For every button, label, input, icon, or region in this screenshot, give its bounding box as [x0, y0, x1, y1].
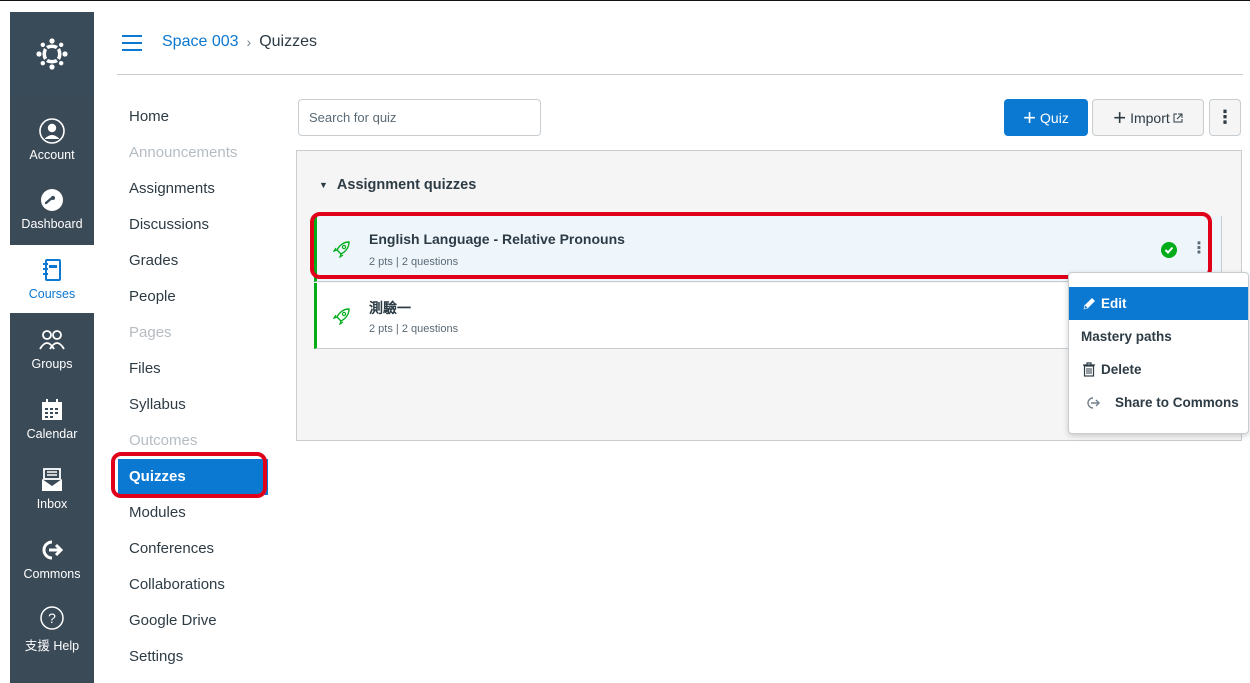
collapse-triangle-icon: ▼: [319, 180, 328, 190]
quiz-context-menu: Edit Mastery paths Delete Share to Commo…: [1068, 272, 1249, 434]
commons-share-icon: [1085, 395, 1101, 411]
plus-icon: +: [1113, 104, 1127, 130]
course-nav-pages[interactable]: Pages: [118, 315, 268, 351]
breadcrumb-separator-icon: ›: [246, 34, 252, 50]
course-nav-announcements[interactable]: Announcements: [118, 135, 268, 171]
breadcrumb-course-link[interactable]: Space 003: [162, 33, 239, 51]
menu-item-label: Edit: [1101, 296, 1127, 311]
global-nav-label: Commons: [23, 567, 81, 581]
global-nav-label: Dashboard: [21, 217, 83, 231]
menu-item-mastery-paths[interactable]: Mastery paths: [1069, 320, 1248, 353]
global-nav-help[interactable]: ? 支援 Help: [10, 595, 94, 663]
global-nav-label: Inbox: [36, 497, 68, 511]
course-nav-files[interactable]: Files: [118, 351, 268, 387]
inbox-icon: [39, 467, 65, 493]
course-nav-settings[interactable]: Settings: [118, 639, 268, 675]
menu-item-label: Share to Commons: [1115, 395, 1239, 410]
help-icon: ?: [39, 605, 65, 631]
global-nav-calendar[interactable]: Calendar: [10, 385, 94, 453]
course-nav-grades[interactable]: Grades: [118, 243, 268, 279]
search-input[interactable]: [298, 99, 541, 136]
menu-item-label: Delete: [1101, 362, 1142, 377]
canvas-logo[interactable]: [10, 12, 94, 96]
highlight-box-quizzes: [111, 452, 267, 498]
top-border: [0, 0, 1250, 1]
quiz-meta: 2 pts | 2 questions: [369, 323, 459, 335]
breadcrumb-current-page: Quizzes: [259, 33, 317, 50]
breadcrumb: Space 003 › Quizzes: [162, 33, 317, 51]
commons-icon: [39, 537, 65, 563]
import-button[interactable]: + Import: [1092, 99, 1204, 136]
menu-item-delete[interactable]: Delete: [1069, 353, 1248, 386]
highlight-box-quiz: [310, 212, 1212, 279]
add-quiz-label: Quiz: [1040, 109, 1069, 126]
quiz-group-title: Assignment quizzes: [336, 177, 477, 193]
courses-icon: [39, 257, 65, 283]
course-nav-syllabus[interactable]: Syllabus: [118, 387, 268, 423]
global-nav-label: Groups: [31, 357, 73, 371]
global-nav: Account Dashboard Courses Groups Calenda…: [10, 12, 94, 683]
plus-icon: +: [1023, 104, 1037, 130]
course-nav-conferences[interactable]: Conferences: [118, 531, 268, 567]
global-nav-label: 支援 Help: [24, 638, 80, 653]
menu-item-edit[interactable]: Edit: [1069, 287, 1248, 320]
menu-item-share-to-commons[interactable]: Share to Commons: [1069, 386, 1248, 419]
global-nav-label: Courses: [28, 287, 76, 301]
course-nav-home[interactable]: Home: [118, 99, 268, 135]
course-nav: Home Announcements Assignments Discussio…: [118, 99, 268, 675]
course-nav-discussions[interactable]: Discussions: [118, 207, 268, 243]
rocket-icon: [332, 307, 351, 326]
hamburger-menu-icon[interactable]: [122, 35, 142, 51]
global-nav-account[interactable]: Account: [10, 106, 94, 174]
global-nav-dashboard[interactable]: Dashboard: [10, 175, 94, 243]
menu-item-label: Mastery paths: [1081, 329, 1172, 344]
groups-icon: [39, 327, 65, 353]
course-nav-people[interactable]: People: [118, 279, 268, 315]
account-icon: [39, 118, 65, 144]
global-nav-groups[interactable]: Groups: [10, 315, 94, 383]
global-nav-label: Account: [29, 148, 75, 162]
canvas-logo-icon: [36, 38, 68, 70]
course-nav-collaborations[interactable]: Collaborations: [118, 567, 268, 603]
external-link-icon: [1173, 113, 1183, 123]
calendar-icon: [39, 397, 65, 423]
quiz-group-header[interactable]: ▼ Assignment quizzes: [319, 177, 476, 193]
quiz-title-link[interactable]: 測驗一: [369, 298, 411, 318]
global-nav-courses[interactable]: Courses: [10, 245, 94, 313]
pencil-icon: [1081, 296, 1097, 312]
import-label: Import: [1130, 109, 1170, 126]
global-nav-label: Calendar: [26, 427, 78, 441]
course-nav-modules[interactable]: Modules: [118, 495, 268, 531]
add-quiz-button[interactable]: + Quiz: [1004, 99, 1088, 136]
global-nav-inbox[interactable]: Inbox: [10, 455, 94, 523]
svg-text:?: ?: [48, 610, 56, 626]
course-nav-google-drive[interactable]: Google Drive: [118, 603, 268, 639]
header-divider: [117, 74, 1243, 75]
more-options-button[interactable]: ⋮: [1209, 99, 1241, 136]
global-nav-commons[interactable]: Commons: [10, 525, 94, 593]
course-nav-assignments[interactable]: Assignments: [118, 171, 268, 207]
trash-icon: [1081, 362, 1097, 378]
dashboard-icon: [39, 187, 65, 213]
